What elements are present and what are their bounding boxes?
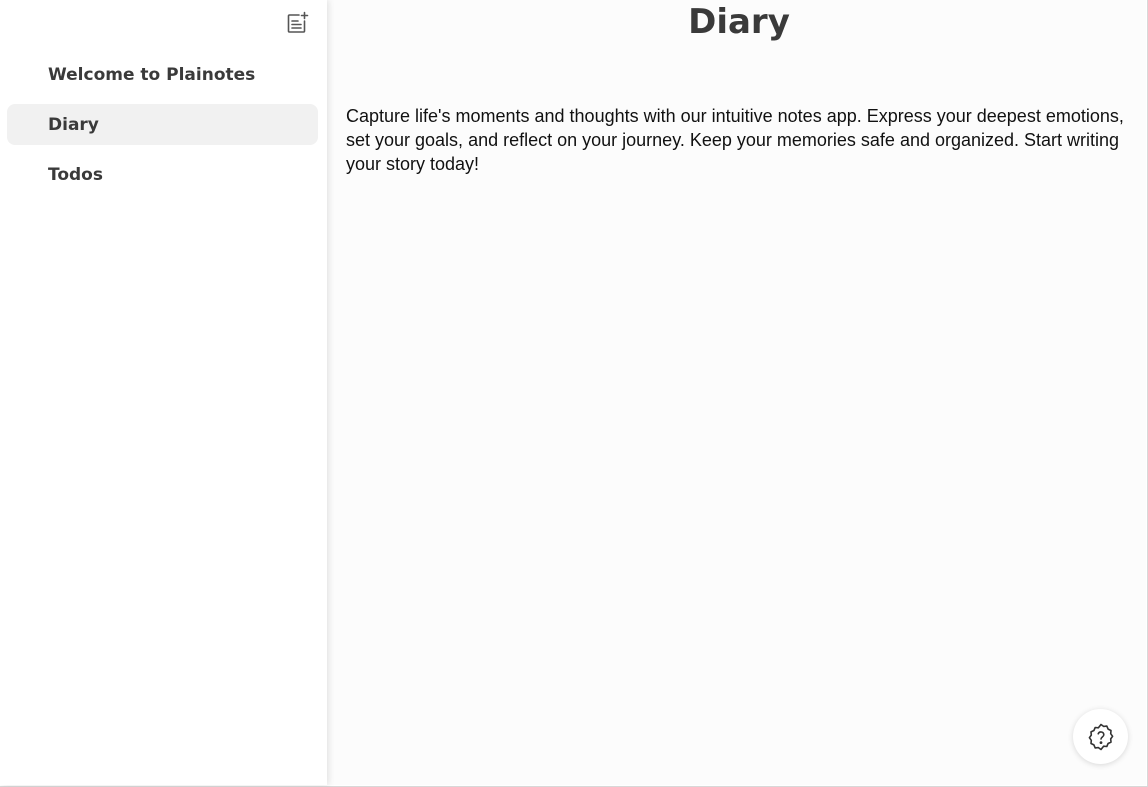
app-window: Welcome to Plainotes Diary Todos Diary C… bbox=[0, 0, 1148, 787]
help-badge-icon bbox=[1088, 723, 1113, 750]
note-item-label: Diary bbox=[48, 114, 99, 135]
note-body[interactable]: Capture life's moments and thoughts with… bbox=[346, 104, 1126, 176]
help-button[interactable] bbox=[1073, 709, 1128, 764]
note-add-icon bbox=[287, 11, 309, 33]
note-list: Welcome to Plainotes Diary Todos bbox=[7, 54, 318, 204]
sidebar: Welcome to Plainotes Diary Todos bbox=[0, 0, 327, 785]
note-editor: Diary Capture life's moments and thought… bbox=[327, 0, 1146, 785]
note-item-welcome[interactable]: Welcome to Plainotes bbox=[7, 54, 318, 95]
note-item-diary[interactable]: Diary bbox=[7, 104, 318, 145]
note-item-label: Welcome to Plainotes bbox=[48, 64, 256, 85]
note-title[interactable]: Diary bbox=[327, 0, 1148, 44]
new-note-button[interactable] bbox=[284, 10, 310, 36]
note-item-label: Todos bbox=[48, 164, 103, 185]
note-item-todos[interactable]: Todos bbox=[7, 154, 318, 195]
